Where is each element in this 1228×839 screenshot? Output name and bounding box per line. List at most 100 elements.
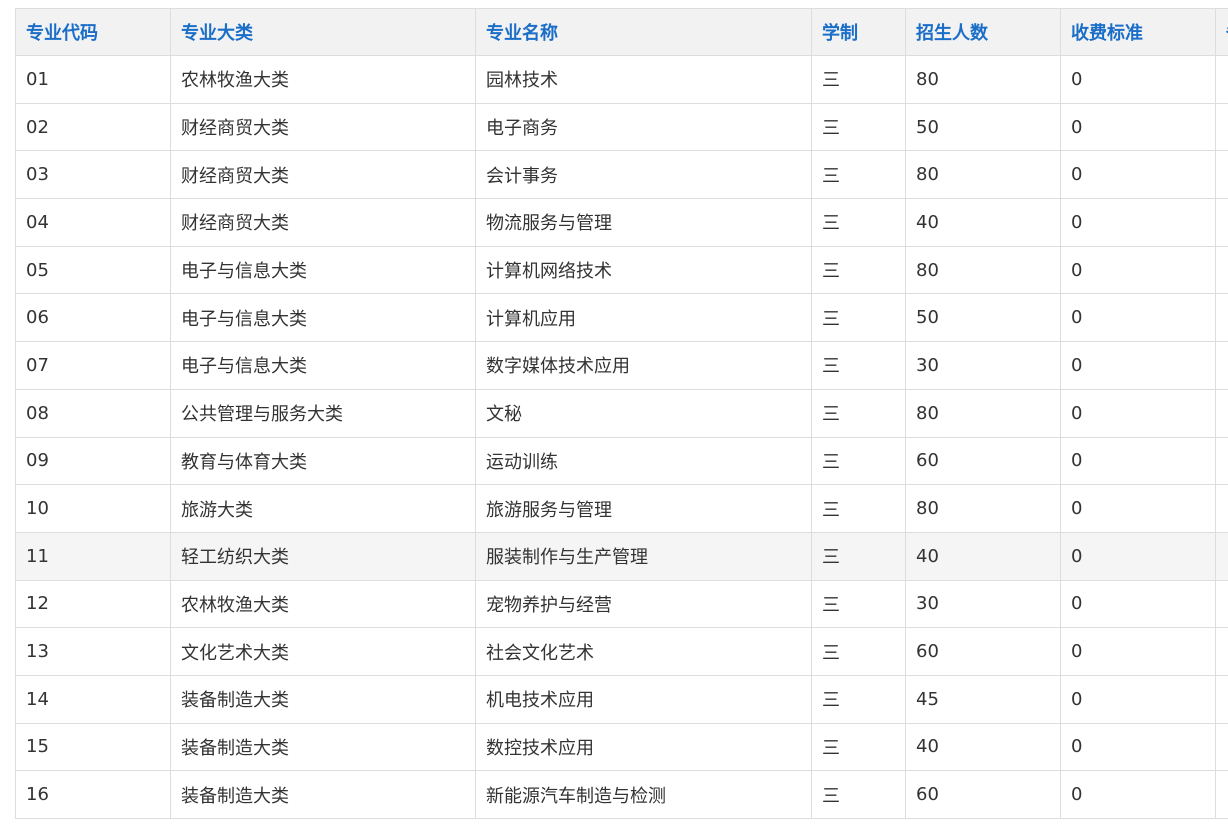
cell-fee: 0 [1060, 531, 1216, 581]
cell-fee: 0 [1060, 150, 1216, 200]
cell-fee: 0 [1060, 579, 1216, 629]
cell-enrollment: 60 [905, 627, 1061, 676]
cell-duration: 三 [811, 674, 906, 724]
cell-duration: 三 [811, 770, 906, 819]
header-remarks: 备 [1215, 8, 1228, 56]
cell-major-name: 服装制作与生产管理 [475, 531, 812, 581]
cell-remarks [1215, 722, 1228, 772]
header-major-category: 专业大类 [170, 8, 476, 56]
cell-fee: 0 [1060, 293, 1216, 343]
cell-duration: 三 [811, 341, 906, 390]
cell-remarks [1215, 245, 1228, 295]
cell-major-name: 宠物养护与经营 [475, 579, 812, 629]
cell-fee: 0 [1060, 388, 1216, 438]
cell-major-category: 电子与信息大类 [170, 293, 476, 343]
cell-major-code: 08 [15, 388, 171, 438]
cell-major-category: 装备制造大类 [170, 770, 476, 819]
cell-major-code: 05 [15, 245, 171, 295]
cell-enrollment: 40 [905, 722, 1061, 772]
cell-major-code: 02 [15, 102, 171, 152]
table-row: 10 旅游大类 旅游服务与管理三 80 0 [15, 484, 1228, 533]
cell-major-category: 电子与信息大类 [170, 341, 476, 390]
cell-enrollment: 80 [905, 484, 1061, 533]
header-enrollment: 招生人数 [905, 8, 1061, 56]
cell-fee: 0 [1060, 484, 1216, 533]
cell-major-code: 06 [15, 293, 171, 343]
cell-major-category: 教育与体育大类 [170, 436, 476, 486]
cell-enrollment: 60 [905, 770, 1061, 819]
cell-enrollment: 80 [905, 245, 1061, 295]
cell-major-name: 社会文化艺术 [475, 627, 812, 676]
cell-major-code: 12 [15, 579, 171, 629]
cell-major-code: 09 [15, 436, 171, 486]
cell-remarks [1215, 55, 1228, 104]
cell-remarks [1215, 627, 1228, 676]
cell-major-code: 10 [15, 484, 171, 533]
cell-major-category: 装备制造大类 [170, 674, 476, 724]
cell-major-category: 轻工纺织大类 [170, 531, 476, 581]
cell-major-name: 电子商务 [475, 102, 812, 152]
table-row: 14 装备制造大类 机电技术应用三 45 0 [15, 674, 1228, 724]
cell-major-name: 文秘 [475, 388, 812, 438]
cell-enrollment: 80 [905, 150, 1061, 200]
table-header-row: 专业代码 专业大类 专业名称 学制 招生人数 收费标准 备 [15, 8, 1228, 56]
cell-enrollment: 60 [905, 436, 1061, 486]
cell-major-name: 旅游服务与管理 [475, 484, 812, 533]
cell-fee: 0 [1060, 245, 1216, 295]
cell-fee: 0 [1060, 436, 1216, 486]
table-row: 13 文化艺术大类 社会文化艺术三 60 0 [15, 627, 1228, 676]
header-duration: 学制 [811, 8, 906, 56]
cell-enrollment: 30 [905, 341, 1061, 390]
cell-major-category: 财经商贸大类 [170, 150, 476, 200]
header-major-name: 专业名称 [475, 8, 812, 56]
cell-major-category: 农林牧渔大类 [170, 55, 476, 104]
cell-major-code: 03 [15, 150, 171, 200]
cell-fee: 0 [1060, 55, 1216, 104]
cell-major-name: 机电技术应用 [475, 674, 812, 724]
cell-major-code: 13 [15, 627, 171, 676]
cell-major-category: 装备制造大类 [170, 722, 476, 772]
cell-major-name: 园林技术 [475, 55, 812, 104]
cell-fee: 0 [1060, 341, 1216, 390]
cell-major-category: 财经商贸大类 [170, 102, 476, 152]
cell-major-name: 计算机应用 [475, 293, 812, 343]
cell-remarks [1215, 531, 1228, 581]
cell-fee: 0 [1060, 674, 1216, 724]
cell-fee: 0 [1060, 102, 1216, 152]
cell-major-category: 农林牧渔大类 [170, 579, 476, 629]
cell-duration: 三 [811, 484, 906, 533]
enrollment-table: 专业代码 专业大类 专业名称 学制 招生人数 收费标准 备 01农林牧渔大类园林… [15, 8, 1228, 819]
cell-major-category: 旅游大类 [170, 484, 476, 533]
cell-remarks [1215, 579, 1228, 629]
table-row: 16 装备制造大类 新能源汽车制造与检测三 60 0 [15, 770, 1228, 819]
cell-duration: 三 [811, 436, 906, 486]
cell-major-code: 04 [15, 198, 171, 247]
cell-enrollment: 30 [905, 579, 1061, 629]
cell-duration: 三 [811, 293, 906, 343]
cell-major-code: 07 [15, 341, 171, 390]
cell-remarks [1215, 341, 1228, 390]
table-row: 02 财经商贸大类 电子商务三 50 0 [15, 102, 1228, 152]
table-row: 05 电子与信息大类 计算机网络技术三 80 0 [15, 245, 1228, 295]
cell-remarks [1215, 150, 1228, 200]
cell-enrollment: 80 [905, 55, 1061, 104]
cell-remarks [1215, 674, 1228, 724]
cell-duration: 三 [811, 102, 906, 152]
cell-enrollment: 40 [905, 531, 1061, 581]
cell-fee: 0 [1060, 627, 1216, 676]
table-row: 01 农林牧渔大类 园林技术三 80 0 [15, 55, 1228, 104]
cell-enrollment: 80 [905, 388, 1061, 438]
cell-enrollment: 50 [905, 102, 1061, 152]
cell-enrollment: 45 [905, 674, 1061, 724]
cell-duration: 三 [811, 245, 906, 295]
cell-fee: 0 [1060, 770, 1216, 819]
table-row: 07 电子与信息大类 数字媒体技术应用三 30 0 [15, 341, 1228, 390]
table-row: 04 财经商贸大类 物流服务与管理三 40 0 [15, 198, 1228, 247]
cell-duration: 三 [811, 388, 906, 438]
table-body: 01 农林牧渔大类 园林技术三 80 0 02 财经商贸大类 电子商务三 50 0 03 财经商贸大类… [15, 55, 1228, 819]
cell-major-code: 11 [15, 531, 171, 581]
header-major-code: 专业代码 [15, 8, 171, 56]
header-fee: 收费标准 [1060, 8, 1216, 56]
cell-major-name: 运动训练 [475, 436, 812, 486]
table-row: 09 教育与体育大类 运动训练三 60 0 [15, 436, 1228, 486]
